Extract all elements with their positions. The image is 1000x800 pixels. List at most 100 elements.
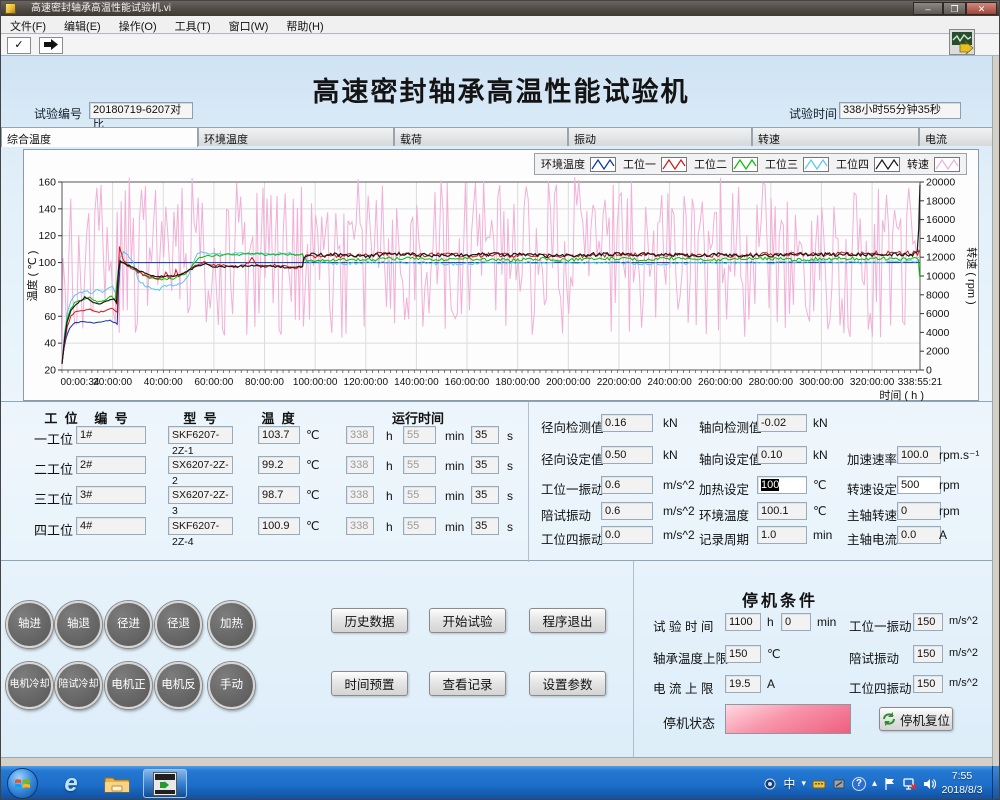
button-程序退出[interactable]: 程序退出 xyxy=(529,608,606,633)
stop-field-轴承温度上限[interactable]: 150 xyxy=(725,645,761,663)
button-时间预置[interactable]: 时间预置 xyxy=(331,671,408,696)
explorer-taskbar-button[interactable] xyxy=(97,769,137,798)
round-button-轴进[interactable]: 轴进 xyxy=(6,601,53,648)
ime-lang-label[interactable]: 中 xyxy=(783,775,795,792)
keyboard-icon[interactable] xyxy=(812,777,826,791)
stop-field-电 流 上 限[interactable]: 19.5 xyxy=(725,675,761,693)
station-min-field: 55 xyxy=(403,456,436,474)
svg-text:0: 0 xyxy=(926,365,932,377)
ie-taskbar-button[interactable]: e xyxy=(53,769,89,798)
help-icon[interactable]: ? xyxy=(852,777,866,791)
minimize-button[interactable]: – xyxy=(913,2,943,15)
stop-field-工位四振动[interactable]: 150 xyxy=(913,675,943,693)
labview-taskbar-button[interactable] xyxy=(143,769,187,798)
round-button-轴退[interactable]: 轴退 xyxy=(55,601,102,648)
station-id-field: 2# xyxy=(76,456,146,474)
reading-field-加热设定[interactable]: 100 xyxy=(757,476,807,494)
round-button-陪试冷却[interactable]: 陪试冷却 xyxy=(55,662,102,709)
stop-unit: ℃ xyxy=(767,647,780,661)
svg-text:40: 40 xyxy=(44,338,56,350)
round-button-加热[interactable]: 加热 xyxy=(208,601,255,648)
menu-item-5[interactable]: 帮助(H) xyxy=(277,16,332,36)
svg-text:6000: 6000 xyxy=(926,308,950,320)
stop-field-min[interactable]: 0 xyxy=(781,613,811,631)
station-sec-field: 35 xyxy=(471,456,499,474)
hours-unit: h xyxy=(386,459,393,473)
menu-item-4[interactable]: 窗口(W) xyxy=(220,16,278,36)
stop-unit: m/s^2 xyxy=(949,677,978,689)
menu-item-2[interactable]: 操作(O) xyxy=(110,16,166,36)
hours-unit: h xyxy=(386,489,393,503)
tab-1[interactable]: 综合温度 xyxy=(1,127,198,147)
svg-text:80:00:00: 80:00:00 xyxy=(245,377,284,388)
window-titlebar: 高速密封轴承高温性能试验机.vi – ❐ ✕ xyxy=(1,1,1000,16)
tab-4[interactable]: 振动 xyxy=(568,127,752,146)
svg-text:16000: 16000 xyxy=(926,214,955,226)
windows-flag-icon xyxy=(14,776,31,791)
stop-conditions-title: 停机条件 xyxy=(742,587,818,611)
menu-item-3[interactable]: 工具(T) xyxy=(166,16,220,36)
tab-5[interactable]: 转速 xyxy=(752,127,919,146)
test-time-label: 试验时间 xyxy=(789,105,837,122)
station-label: 二工位 xyxy=(21,459,73,478)
station-sec-field: 35 xyxy=(471,517,499,535)
temp-unit: ℃ xyxy=(306,458,319,472)
stop-label-陪试振动: 陪试振动 xyxy=(849,648,899,667)
vertical-scrollbar[interactable] xyxy=(992,56,1000,766)
abort-check-button[interactable]: ✓ xyxy=(7,37,31,54)
reading-label-记录周期: 记录周期 xyxy=(699,529,749,548)
divider xyxy=(528,402,529,562)
test-id-input[interactable]: 20180719-6207对比 xyxy=(89,102,193,119)
close-button[interactable]: ✕ xyxy=(966,2,997,15)
restore-button[interactable]: ❐ xyxy=(943,2,966,15)
vi-panel-icon xyxy=(949,29,975,55)
tab-2[interactable]: 环境温度 xyxy=(198,127,394,146)
round-button-电机正[interactable]: 电机正 xyxy=(105,662,152,709)
min-unit: min xyxy=(445,429,464,443)
round-button-径退[interactable]: 径退 xyxy=(155,601,202,648)
stop-field-工位一振动[interactable]: 150 xyxy=(913,613,943,631)
show-desktop-button[interactable] xyxy=(992,766,1000,800)
reading-unit: rpm xyxy=(939,504,960,518)
hours-unit: h xyxy=(386,429,393,443)
reading-field-记录周期: 1.0 xyxy=(757,526,807,544)
horizontal-scrollbar[interactable] xyxy=(1,757,992,766)
stop-field-试 验 时 间[interactable]: 1100 xyxy=(725,613,761,631)
reading-unit: A xyxy=(939,528,947,542)
reading-field-工位四振动: 0.0 xyxy=(601,526,653,544)
dropdown-arrow-icon[interactable]: ▾ xyxy=(801,778,806,789)
svg-text:180:00:00: 180:00:00 xyxy=(495,377,540,388)
tools-icon[interactable] xyxy=(832,777,846,791)
legend-item: 环境温度 xyxy=(541,156,616,172)
round-button-电机冷却[interactable]: 电机冷却 xyxy=(6,662,53,709)
reading-unit: kN xyxy=(663,416,678,430)
run-button[interactable] xyxy=(39,37,63,54)
volume-icon[interactable] xyxy=(923,777,937,791)
network-error-icon[interactable] xyxy=(903,777,917,791)
stop-reset-button[interactable]: 停机复位 xyxy=(879,707,953,731)
button-开始试验[interactable]: 开始试验 xyxy=(429,608,506,633)
tab-6[interactable]: 电流 xyxy=(919,127,1000,146)
button-设置参数[interactable]: 设置参数 xyxy=(529,671,606,696)
taskbar-clock[interactable]: 7:55 2018/8/3 xyxy=(937,769,987,797)
round-button-电机反[interactable]: 电机反 xyxy=(155,662,202,709)
reading-unit: rpm.s⁻¹ xyxy=(939,448,979,462)
station-min-field: 55 xyxy=(403,517,436,535)
round-button-径进[interactable]: 径进 xyxy=(105,601,152,648)
chart-panel: 环境温度工位一工位二工位三工位四转速 204060801001201401600… xyxy=(23,149,979,401)
round-button-手动[interactable]: 手动 xyxy=(208,662,255,709)
tray-app-icon[interactable] xyxy=(763,777,777,791)
show-hidden-icons[interactable]: ▴ xyxy=(872,778,877,789)
menu-item-0[interactable]: 文件(F) xyxy=(1,16,55,36)
flag-icon[interactable] xyxy=(883,777,897,791)
stop-field-陪试振动[interactable]: 150 xyxy=(913,645,943,663)
button-查看记录[interactable]: 查看记录 xyxy=(429,671,506,696)
start-button[interactable] xyxy=(7,768,38,799)
stop-label-轴承温度上限: 轴承温度上限 xyxy=(653,648,728,667)
svg-text:280:00:00: 280:00:00 xyxy=(749,377,794,388)
reading-field-转速设定[interactable]: 500 xyxy=(897,476,941,494)
reading-unit: kN xyxy=(663,448,678,462)
button-历史数据[interactable]: 历史数据 xyxy=(331,608,408,633)
tab-3[interactable]: 载荷 xyxy=(394,127,568,146)
menu-item-1[interactable]: 编辑(E) xyxy=(55,16,110,36)
